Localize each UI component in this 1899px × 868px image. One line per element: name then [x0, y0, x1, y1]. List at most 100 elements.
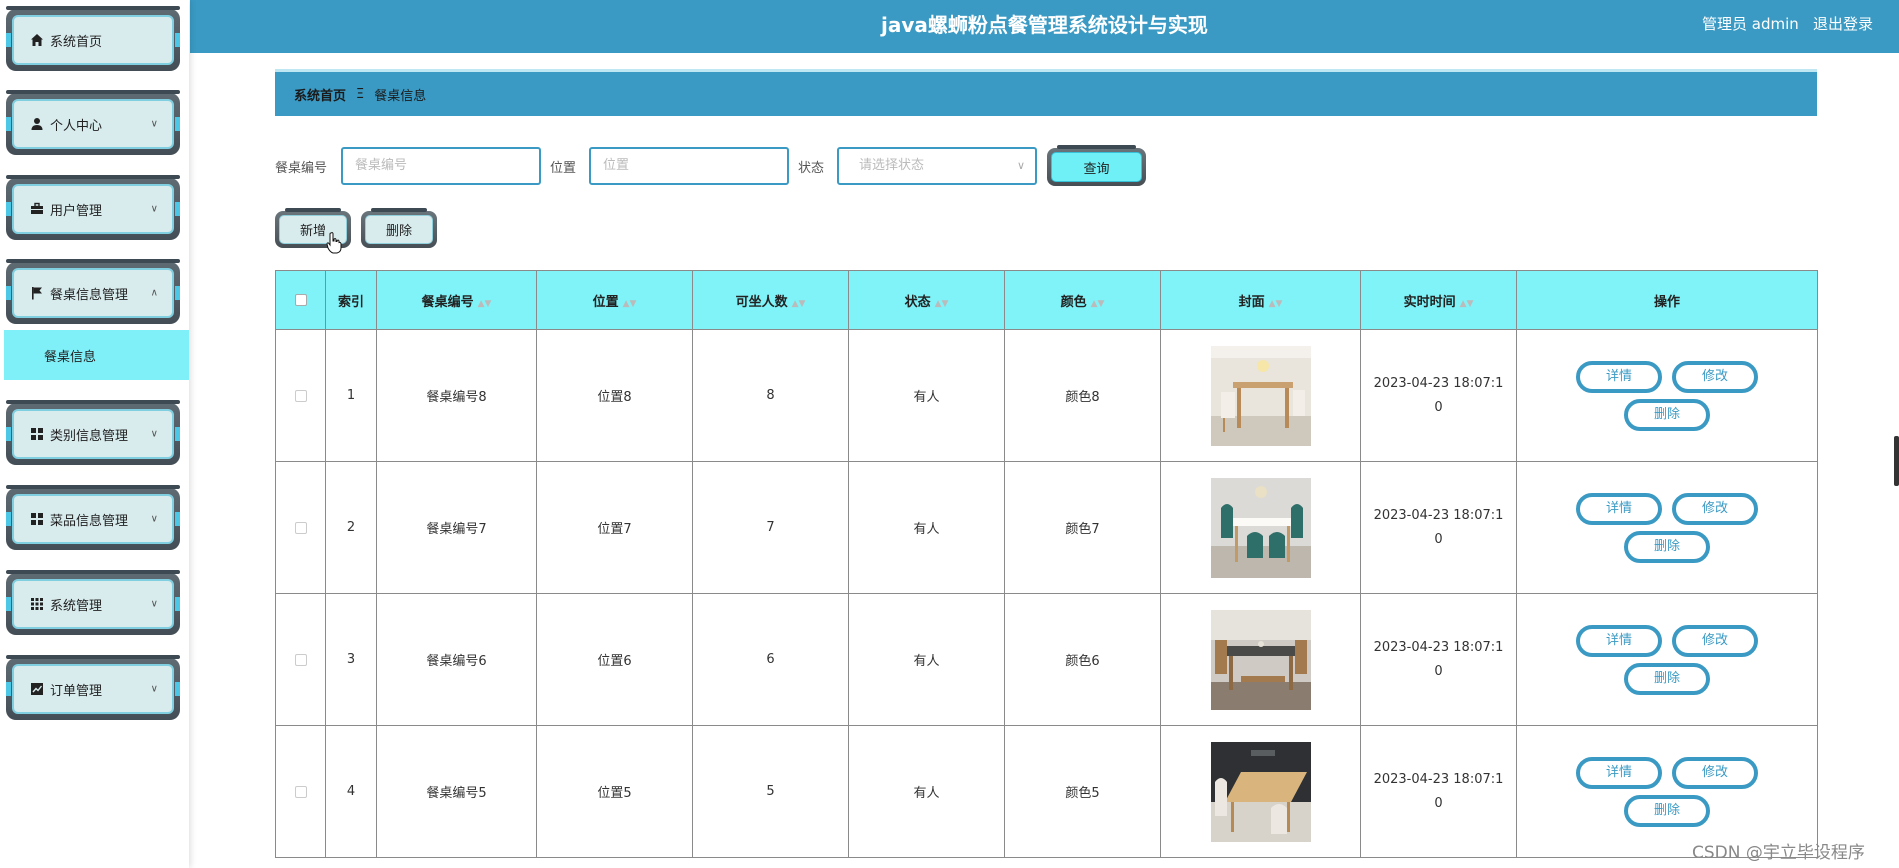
sidebar-item-label: 系统管理: [50, 598, 103, 614]
detail-button[interactable]: 详情: [1576, 360, 1662, 393]
col-location[interactable]: 位置 ▲▼: [536, 270, 693, 330]
current-user-label: 管理员 admin: [1702, 15, 1799, 33]
cell-table-no: 餐桌编号5: [376, 725, 537, 858]
cell-cover: [1160, 461, 1361, 594]
col-table-no[interactable]: 餐桌编号 ▲▼: [376, 270, 537, 330]
edit-button[interactable]: 修改: [1672, 492, 1758, 525]
time-line: 0: [1434, 795, 1443, 811]
cell-status: 有人: [848, 461, 1005, 594]
time-line: 2023-04-23 18:07:1: [1373, 507, 1504, 523]
cell-cover: [1160, 329, 1361, 462]
cell-index: 1: [325, 329, 377, 462]
col-location-label: 位置: [592, 294, 619, 310]
location-placeholder: 位置: [603, 158, 630, 173]
time-line: 2023-04-23 18:07:1: [1373, 771, 1504, 787]
sidebar-subitem-label: 餐桌信息: [44, 349, 97, 365]
cover-image[interactable]: [1210, 345, 1311, 446]
edit-button[interactable]: 修改: [1672, 624, 1758, 657]
sort-icon: ▲▼: [477, 298, 492, 309]
delete-button[interactable]: 删除: [1624, 530, 1710, 563]
sidebar-item-profile[interactable]: 个人中心 ∨: [6, 90, 180, 155]
sidebar-item-label: 用户管理: [50, 203, 103, 219]
chevron-down-icon: ∨: [150, 683, 158, 695]
chevron-up-icon: ∧: [150, 287, 158, 299]
col-status[interactable]: 状态 ▲▼: [848, 270, 1005, 330]
sort-icon: ▲▼: [791, 298, 806, 309]
status-select[interactable]: 请选择状态 ∨: [837, 147, 1037, 185]
cell-cover: [1160, 593, 1361, 726]
col-cover[interactable]: 封面 ▲▼: [1160, 270, 1361, 330]
sidebar-item-home[interactable]: 系统首页: [6, 6, 180, 71]
table-no-input[interactable]: 餐桌编号: [341, 147, 541, 185]
cell-actions: 详情 修改 删除: [1516, 461, 1818, 594]
row-checkbox[interactable]: [294, 785, 307, 798]
col-time[interactable]: 实时时间 ▲▼: [1360, 270, 1517, 330]
sidebar-item-dish-mgmt[interactable]: 菜品信息管理 ∨: [6, 485, 180, 550]
batch-delete-button-label: 删除: [385, 224, 412, 239]
detail-button[interactable]: 详情: [1576, 624, 1662, 657]
table-no-placeholder: 餐桌编号: [355, 158, 408, 173]
top-header: java螺蛳粉点餐管理系统设计与实现 管理员 admin 退出登录: [190, 0, 1899, 53]
cell-index: 3: [325, 593, 377, 726]
col-color[interactable]: 颜色 ▲▼: [1004, 270, 1161, 330]
table-row: 2 餐桌编号7 位置7 7 有人 颜色7 2023-04-23 18:07:1 …: [275, 461, 1818, 594]
detail-button[interactable]: 详情: [1576, 492, 1662, 525]
cover-image[interactable]: [1210, 477, 1311, 578]
logout-link[interactable]: 退出登录: [1813, 13, 1873, 34]
query-button-label: 查询: [1083, 161, 1110, 177]
batch-delete-button[interactable]: 删除: [361, 208, 437, 248]
sidebar-item-order-mgmt[interactable]: 订单管理 ∨: [6, 655, 180, 720]
sort-icon: ▲▼: [934, 298, 949, 309]
cell-actions: 详情 修改 删除: [1516, 329, 1818, 462]
cover-image[interactable]: [1210, 609, 1311, 710]
cell-location: 位置8: [536, 329, 693, 462]
cell-status: 有人: [848, 329, 1005, 462]
row-checkbox[interactable]: [294, 653, 307, 666]
sidebar-item-table-info-mgmt[interactable]: 餐桌信息管理 ∧: [6, 259, 180, 324]
chevron-down-icon: ∨: [150, 428, 158, 440]
sidebar-item-category-mgmt[interactable]: 类别信息管理 ∨: [6, 400, 180, 465]
query-button[interactable]: 查询: [1047, 145, 1146, 186]
breadcrumb-separator: Ξ: [356, 86, 365, 102]
apps-icon: [30, 597, 44, 611]
sort-icon: ▲▼: [1459, 298, 1474, 309]
chevron-down-icon: ∨: [150, 203, 158, 215]
chart-icon: [30, 682, 44, 696]
cell-time: 2023-04-23 18:07:1 0: [1360, 329, 1517, 462]
time-line: 0: [1434, 399, 1443, 415]
location-input[interactable]: 位置: [589, 147, 789, 185]
table-header-row: 索引 餐桌编号 ▲▼ 位置 ▲▼ 可坐人数 ▲▼ 状态 ▲▼ 颜色 ▲▼ 封面 ▲▼ 实时时…: [275, 270, 1818, 330]
location-label: 位置: [550, 161, 577, 176]
select-all-checkbox[interactable]: [294, 294, 307, 306]
col-table-no-label: 餐桌编号: [421, 294, 474, 310]
sidebar-item-users[interactable]: 用户管理 ∨: [6, 175, 180, 240]
hand-cursor-icon: [326, 232, 342, 254]
sidebar-subitem-table-info[interactable]: 餐桌信息: [4, 330, 189, 380]
col-color-label: 颜色: [1060, 294, 1087, 310]
col-index: 索引: [325, 270, 377, 330]
cell-seats: 5: [692, 725, 849, 858]
sort-icon: ▲▼: [622, 298, 637, 309]
breadcrumb-home[interactable]: 系统首页: [294, 85, 346, 104]
detail-button[interactable]: 详情: [1576, 756, 1662, 789]
cell-status: 有人: [848, 593, 1005, 726]
cell-color: 颜色8: [1004, 329, 1161, 462]
delete-button[interactable]: 删除: [1624, 662, 1710, 695]
cell-time: 2023-04-23 18:07:1 0: [1360, 725, 1517, 858]
chevron-down-icon: ∨: [150, 598, 158, 610]
app-title: java螺蛳粉点餐管理系统设计与实现: [881, 13, 1208, 37]
cover-image[interactable]: [1210, 741, 1311, 842]
grid-icon: [30, 427, 44, 441]
delete-button[interactable]: 删除: [1624, 794, 1710, 827]
scrollbar-thumb[interactable]: [1894, 436, 1899, 486]
col-seats[interactable]: 可坐人数 ▲▼: [692, 270, 849, 330]
edit-button[interactable]: 修改: [1672, 360, 1758, 393]
row-checkbox[interactable]: [294, 389, 307, 402]
edit-button[interactable]: 修改: [1672, 756, 1758, 789]
breadcrumb-current: 餐桌信息: [374, 88, 427, 104]
row-checkbox[interactable]: [294, 521, 307, 534]
cell-time: 2023-04-23 18:07:1 0: [1360, 461, 1517, 594]
delete-button[interactable]: 删除: [1624, 398, 1710, 431]
sidebar-item-system-mgmt[interactable]: 系统管理 ∨: [6, 570, 180, 635]
cell-actions: 详情 修改 删除: [1516, 593, 1818, 726]
